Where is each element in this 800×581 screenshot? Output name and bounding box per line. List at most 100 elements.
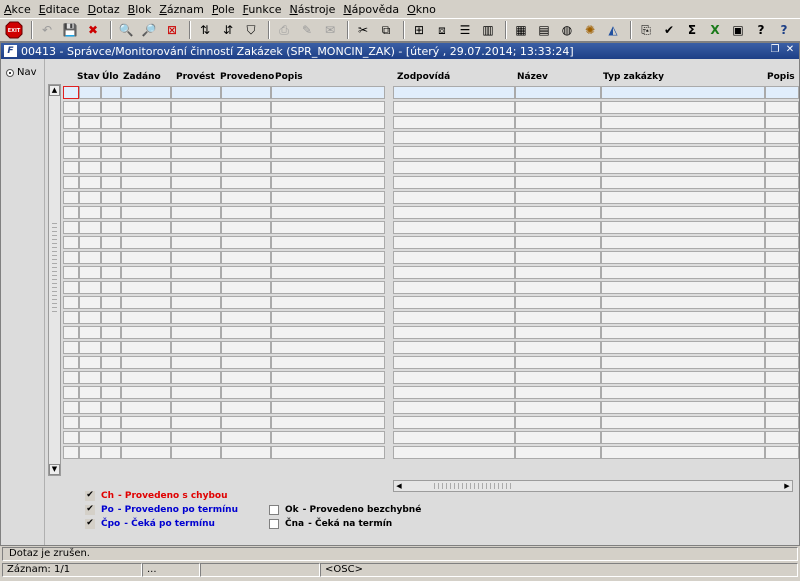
grid-cell[interactable] — [393, 251, 515, 264]
grid-cell[interactable] — [171, 446, 221, 459]
checkbox[interactable]: ✔ — [85, 505, 95, 515]
grid-cell[interactable] — [121, 341, 171, 354]
grid-cell[interactable] — [393, 401, 515, 414]
menu-item[interactable]: Pole — [212, 3, 235, 16]
grid-cell[interactable] — [271, 326, 385, 339]
grid-cell[interactable] — [515, 386, 601, 399]
grid-cell[interactable] — [63, 236, 79, 249]
grid-cell[interactable] — [601, 161, 765, 174]
menu-item[interactable]: Dotaz — [88, 3, 120, 16]
grid-cell[interactable] — [515, 116, 601, 129]
grid-cell[interactable] — [601, 281, 765, 294]
cut-button[interactable]: ✂ — [353, 20, 373, 40]
grid-cell[interactable] — [271, 386, 385, 399]
grid-cell[interactable] — [101, 371, 121, 384]
sort-button[interactable]: ⇅ — [195, 20, 215, 40]
grid-cell[interactable] — [63, 446, 79, 459]
menu-item[interactable]: Blok — [128, 3, 152, 16]
grid-cell[interactable] — [271, 116, 385, 129]
grid-cell[interactable] — [765, 356, 799, 369]
menu-item[interactable]: Nápověda — [343, 3, 399, 16]
grid-cell[interactable] — [271, 296, 385, 309]
grid-cell[interactable] — [221, 266, 271, 279]
grid-cell[interactable] — [79, 221, 101, 234]
grid-cell[interactable] — [171, 356, 221, 369]
grid-cell[interactable] — [221, 161, 271, 174]
grid-cell[interactable] — [101, 86, 121, 99]
grid-cell[interactable] — [121, 416, 171, 429]
grid-cell[interactable] — [601, 401, 765, 414]
grid-cell[interactable] — [601, 101, 765, 114]
grid-cell[interactable] — [393, 86, 515, 99]
grid-cell[interactable] — [101, 206, 121, 219]
grid-cell[interactable] — [271, 146, 385, 159]
grid-cell[interactable] — [393, 221, 515, 234]
help-button[interactable]: ? — [751, 20, 771, 40]
grid-cell[interactable] — [121, 86, 171, 99]
grid-cell[interactable] — [101, 281, 121, 294]
grid-cell[interactable] — [515, 191, 601, 204]
grid-cell[interactable] — [101, 356, 121, 369]
grid-cell[interactable] — [601, 386, 765, 399]
grid-cell[interactable] — [765, 101, 799, 114]
grid-cell[interactable] — [101, 326, 121, 339]
grid-cell[interactable] — [515, 101, 601, 114]
grid-cell[interactable] — [393, 281, 515, 294]
grid-cell[interactable] — [271, 161, 385, 174]
grid-cell[interactable] — [271, 416, 385, 429]
grid-cell[interactable] — [515, 401, 601, 414]
grid-cell[interactable] — [271, 356, 385, 369]
scroll-up-button[interactable]: ▲ — [49, 85, 60, 96]
grid-cell[interactable] — [171, 266, 221, 279]
grid-cell[interactable] — [63, 311, 79, 324]
grid-cell[interactable] — [63, 191, 79, 204]
grid-cell[interactable] — [79, 296, 101, 309]
document-button[interactable]: ▤ — [534, 20, 554, 40]
grid-cell[interactable] — [171, 221, 221, 234]
grid-cell[interactable] — [601, 221, 765, 234]
report-button[interactable]: ⎘ — [636, 20, 656, 40]
grid-cell[interactable] — [765, 86, 799, 99]
grid-cell[interactable] — [101, 161, 121, 174]
save-button[interactable]: 💾 — [60, 20, 80, 40]
stamp-button[interactable]: ✔ — [659, 20, 679, 40]
grid-cell[interactable] — [121, 311, 171, 324]
scroll-right-button[interactable]: ▶ — [782, 481, 792, 491]
grid-cell[interactable] — [79, 371, 101, 384]
grid-cell[interactable] — [79, 431, 101, 444]
grid-cell[interactable] — [101, 116, 121, 129]
grid-cell[interactable] — [393, 116, 515, 129]
grid-cell[interactable] — [221, 386, 271, 399]
vertical-scrollbar[interactable]: ▲ ▼ — [48, 84, 61, 476]
grid-cell[interactable] — [393, 341, 515, 354]
menu-item[interactable]: Okno — [407, 3, 436, 16]
grid-cell[interactable] — [765, 176, 799, 189]
grid-cell[interactable] — [63, 296, 79, 309]
grid-cell[interactable] — [121, 221, 171, 234]
calendar-button[interactable]: ▦ — [511, 20, 531, 40]
grid-cell[interactable] — [79, 161, 101, 174]
lock-button[interactable]: ▣ — [728, 20, 748, 40]
grid-cell[interactable] — [601, 416, 765, 429]
sum-button[interactable]: Σ — [682, 20, 702, 40]
grid-cell[interactable] — [601, 116, 765, 129]
grid-cell[interactable] — [171, 101, 221, 114]
grid-cell[interactable] — [601, 146, 765, 159]
grid-cell[interactable] — [271, 251, 385, 264]
grid-cell[interactable] — [221, 146, 271, 159]
grid-cell[interactable] — [79, 116, 101, 129]
legend-filter-3[interactable]: Ok - Provedeno bezchybné — [269, 505, 421, 515]
grid-cell[interactable] — [271, 86, 385, 99]
grid-cell[interactable] — [121, 401, 171, 414]
grid-cell[interactable] — [765, 326, 799, 339]
grid-cell[interactable] — [171, 161, 221, 174]
grid-cell[interactable] — [765, 341, 799, 354]
grid-cell[interactable] — [63, 416, 79, 429]
hscroll-thumb[interactable] — [434, 483, 514, 489]
exit-button[interactable]: EXIT — [4, 20, 24, 40]
grid-cell[interactable] — [79, 416, 101, 429]
grid-cell[interactable] — [101, 146, 121, 159]
grid-cell[interactable] — [221, 311, 271, 324]
grid-cell[interactable] — [765, 131, 799, 144]
grid-cell[interactable] — [271, 221, 385, 234]
